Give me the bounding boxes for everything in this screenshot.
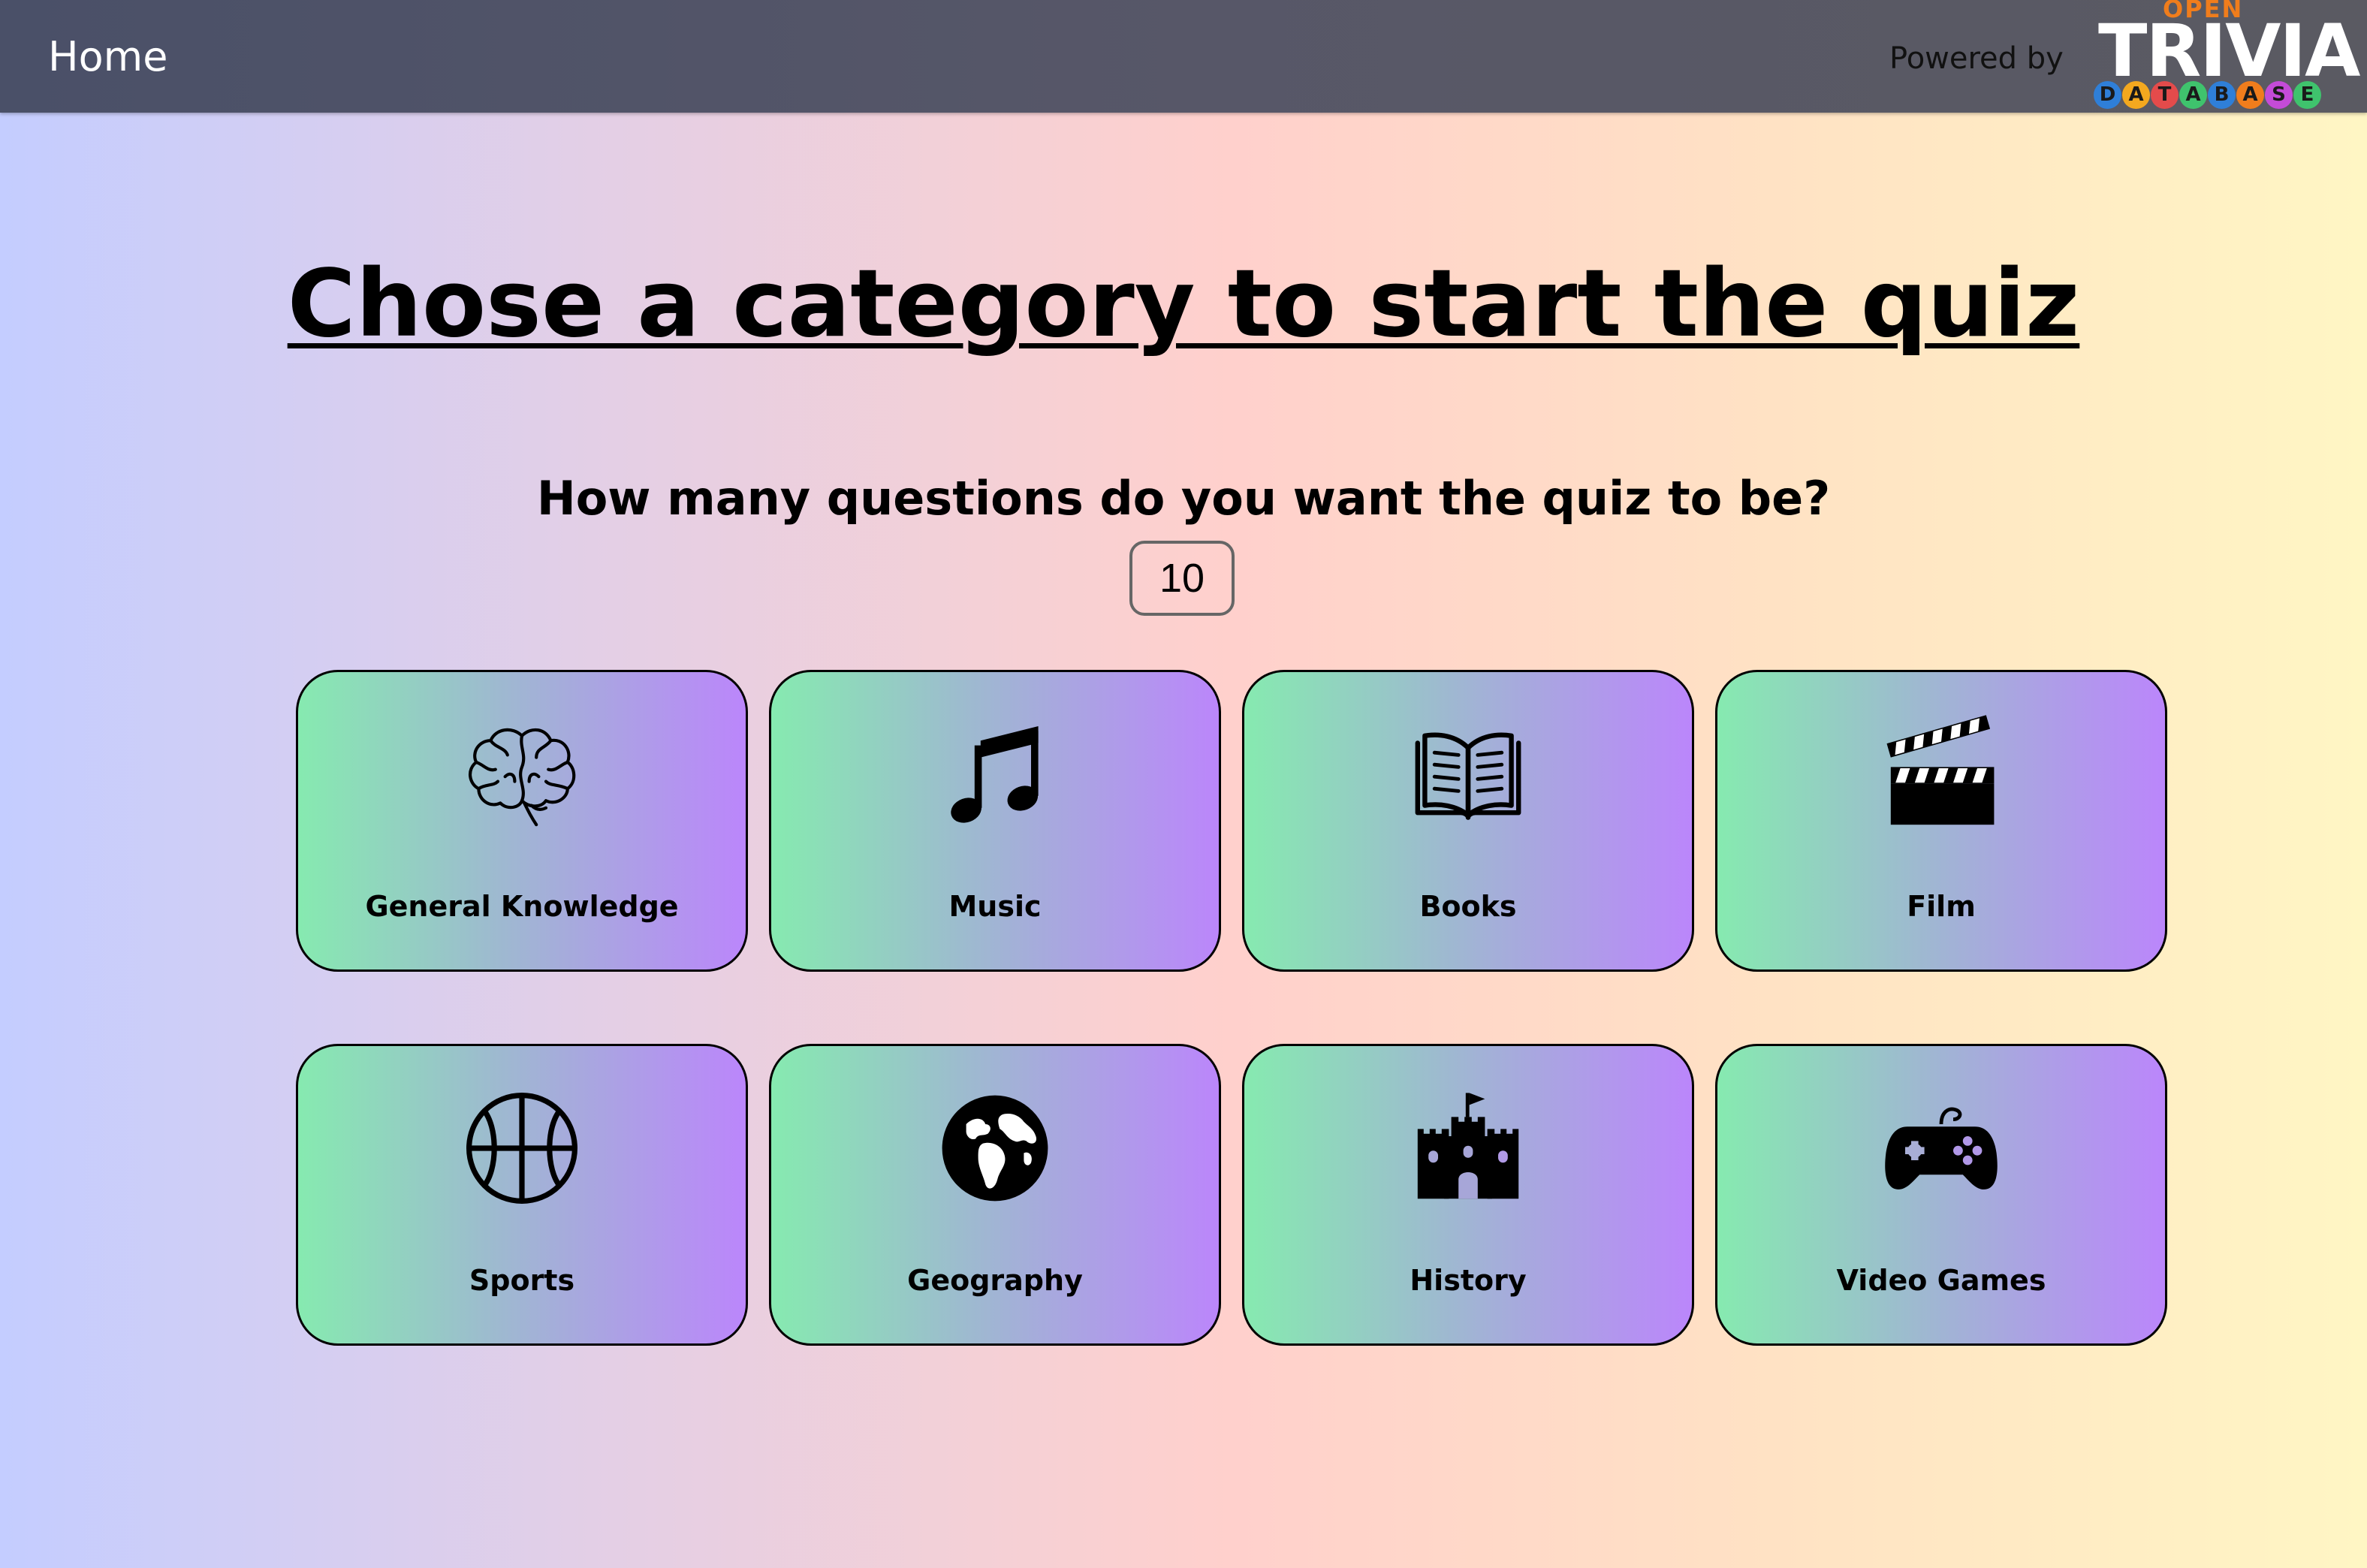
category-label: General Knowledge: [365, 890, 679, 923]
logo-letter: D: [2094, 81, 2121, 109]
logo-letter: T: [2151, 81, 2179, 109]
logo-letter: B: [2208, 81, 2236, 109]
logo-trivia-word: TRIVIA: [2098, 9, 2360, 93]
logo-letter: S: [2265, 81, 2293, 109]
category-card-history[interactable]: History: [1242, 1044, 1694, 1346]
gamepad-icon: [1881, 1088, 2001, 1208]
category-label: Film: [1907, 890, 1976, 923]
brain-icon: [462, 714, 582, 834]
question-count-input[interactable]: [1129, 541, 1235, 616]
logo-letter: A: [2236, 81, 2264, 109]
category-label: Sports: [469, 1264, 575, 1297]
open-book-icon: [1408, 714, 1528, 834]
category-card-sports[interactable]: Sports: [296, 1044, 748, 1346]
category-card-books[interactable]: Books: [1242, 670, 1694, 972]
home-link[interactable]: Home: [48, 30, 167, 84]
category-card-general-knowledge[interactable]: General Knowledge: [296, 670, 748, 972]
basketball-icon: [462, 1088, 582, 1208]
category-label: Books: [1419, 890, 1517, 923]
top-navbar: Home Powered by OPEN TRIVIA D A T A B A …: [0, 0, 2367, 113]
category-label: History: [1410, 1264, 1527, 1297]
music-note-icon: [935, 714, 1055, 834]
question-count-label: How many questions do you want the quiz …: [536, 471, 1831, 526]
globe-icon: [935, 1088, 1055, 1208]
category-label: Music: [948, 890, 1042, 923]
castle-icon: [1408, 1088, 1528, 1208]
logo-letter: A: [2179, 81, 2207, 109]
logo-database-letters: D A T A B A S E: [2094, 81, 2321, 109]
category-card-video-games[interactable]: Video Games: [1715, 1044, 2167, 1346]
clapperboard-icon: [1881, 714, 2001, 834]
open-trivia-database-logo[interactable]: OPEN TRIVIA D A T A B A S E: [2088, 0, 2360, 113]
category-grid: General Knowledge Music Books Film Sport…: [296, 670, 2170, 1346]
powered-by-text: Powered by: [1889, 41, 2064, 76]
category-card-geography[interactable]: Geography: [769, 1044, 1221, 1346]
logo-letter: A: [2122, 81, 2150, 109]
category-card-music[interactable]: Music: [769, 670, 1221, 972]
logo-letter: E: [2293, 81, 2321, 109]
category-card-film[interactable]: Film: [1715, 670, 2167, 972]
category-label: Video Games: [1836, 1264, 2046, 1297]
category-label: Geography: [907, 1264, 1083, 1297]
page-title: Chose a category to start the quiz: [287, 250, 2080, 358]
